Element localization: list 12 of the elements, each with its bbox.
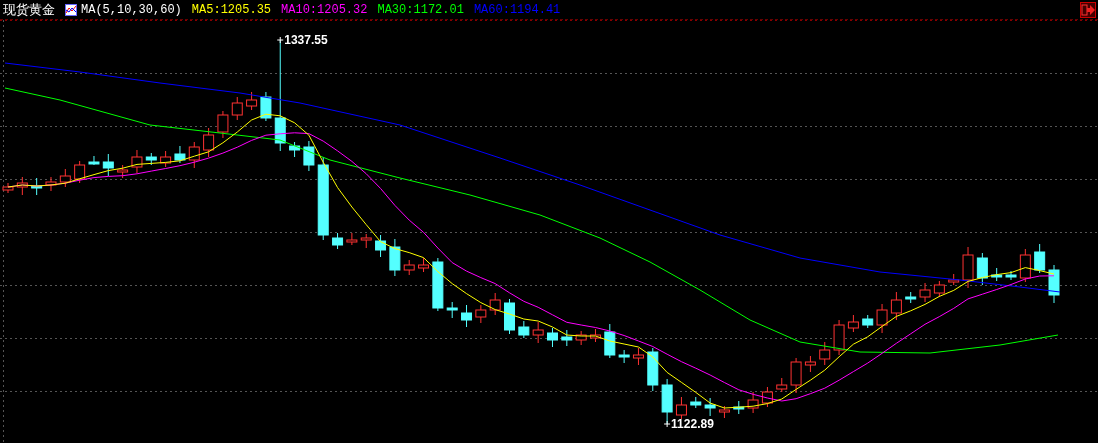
high-price-label: 1337.55 <box>284 33 328 47</box>
low-price-label: 1122.89 <box>671 417 714 431</box>
moving-average-value: MA60:1194.41 <box>473 2 561 17</box>
moving-average-value: MA5:1205.35 <box>191 2 272 17</box>
line-chart-icon <box>65 3 77 16</box>
indicator-label: MA(5,10,30,60) <box>81 2 182 17</box>
moving-average-value: MA10:1205.32 <box>281 2 368 17</box>
plus-marker-icon <box>663 420 671 428</box>
exit-icon[interactable] <box>1080 1 1096 18</box>
instrument-title: 现货黄金 <box>3 0 55 19</box>
moving-average-value: MA30:1172.01 <box>377 2 464 17</box>
plus-marker-icon <box>276 36 284 44</box>
